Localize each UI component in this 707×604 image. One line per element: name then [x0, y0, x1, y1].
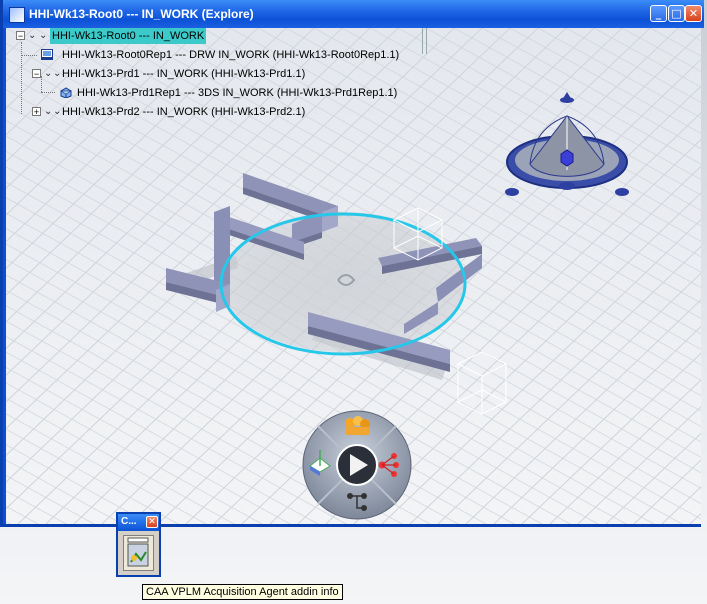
mini-close-button[interactable]: ✕	[146, 516, 158, 528]
tree-link-mark: ⌄	[44, 68, 53, 79]
mini-window-title: C...	[121, 516, 137, 527]
tree-node-label[interactable]: HHI-Wk13-Prd2 --- IN_WORK (HHI-Wk13-Prd2…	[62, 104, 305, 120]
compass-center-cube[interactable]	[560, 149, 574, 167]
addin-tooltip: CAA VPLM Acquisition Agent addin info	[142, 584, 343, 600]
tree-node-label[interactable]: HHI-Wk13-Prd1 --- IN_WORK (HHI-Wk13-Prd1…	[62, 66, 305, 82]
mini-window-body	[118, 531, 159, 575]
3d-shape-representation-icon	[60, 87, 72, 98]
navigation-compass[interactable]	[500, 88, 634, 208]
maximize-button[interactable]: □	[668, 5, 685, 22]
robot-manipulator-wheel[interactable]	[298, 410, 416, 520]
tree-collapse-toggle[interactable]: −	[16, 31, 25, 41]
tree-link-mark: ⌄	[28, 30, 37, 41]
explore-window: HHI-Wk13-Root0 --- IN_WORK (Explore) _ □…	[0, 0, 704, 527]
mini-window-title-bar[interactable]: C... ✕	[118, 514, 159, 531]
product-root-icon: ⌄	[39, 30, 48, 41]
tree-node-label[interactable]: HHI-Wk13-Prd1Rep1 --- 3DS IN_WORK (HHI-W…	[77, 85, 397, 101]
tree-line-prd1	[41, 76, 42, 92]
window-app-icon[interactable]	[9, 7, 25, 23]
close-button[interactable]: ✕	[685, 5, 702, 22]
addin-mini-window: C... ✕	[116, 512, 161, 577]
tree-line-root	[21, 42, 22, 114]
acquisition-agent-button[interactable]	[123, 535, 154, 571]
tree-hline-1	[21, 55, 37, 56]
tree-expand-toggle[interactable]: +	[32, 107, 41, 117]
window-title-bar[interactable]: HHI-Wk13-Root0 --- IN_WORK (Explore) _ □…	[3, 0, 704, 28]
compass-left-handle[interactable]	[505, 188, 519, 196]
product-icon: ⌄	[53, 68, 62, 79]
tree-node-label[interactable]: HHI-Wk13-Root0Rep1 --- DRW IN_WORK (HHI-…	[62, 47, 399, 63]
minimize-button[interactable]: _	[650, 5, 667, 22]
product-icon: ⌄	[53, 106, 62, 117]
tree-splitter[interactable]	[422, 28, 427, 54]
3d-viewport[interactable]: − ⌄ ⌄ HHI-Wk13-Root0 --- IN_WORK HHI-Wk1…	[6, 28, 701, 524]
tree-hline-2	[41, 92, 55, 93]
acquisition-agent-icon	[127, 537, 149, 567]
tree-link-mark: ⌄	[44, 106, 53, 117]
tree-collapse-toggle[interactable]: −	[32, 69, 41, 79]
compass-bottom-handle[interactable]	[559, 182, 575, 190]
window-title: HHI-Wk13-Root0 --- IN_WORK (Explore)	[29, 7, 254, 21]
compass-right-handle[interactable]	[615, 188, 629, 196]
drawing-representation-icon	[41, 49, 53, 60]
tree-node-label[interactable]: HHI-Wk13-Root0 --- IN_WORK	[50, 28, 207, 44]
